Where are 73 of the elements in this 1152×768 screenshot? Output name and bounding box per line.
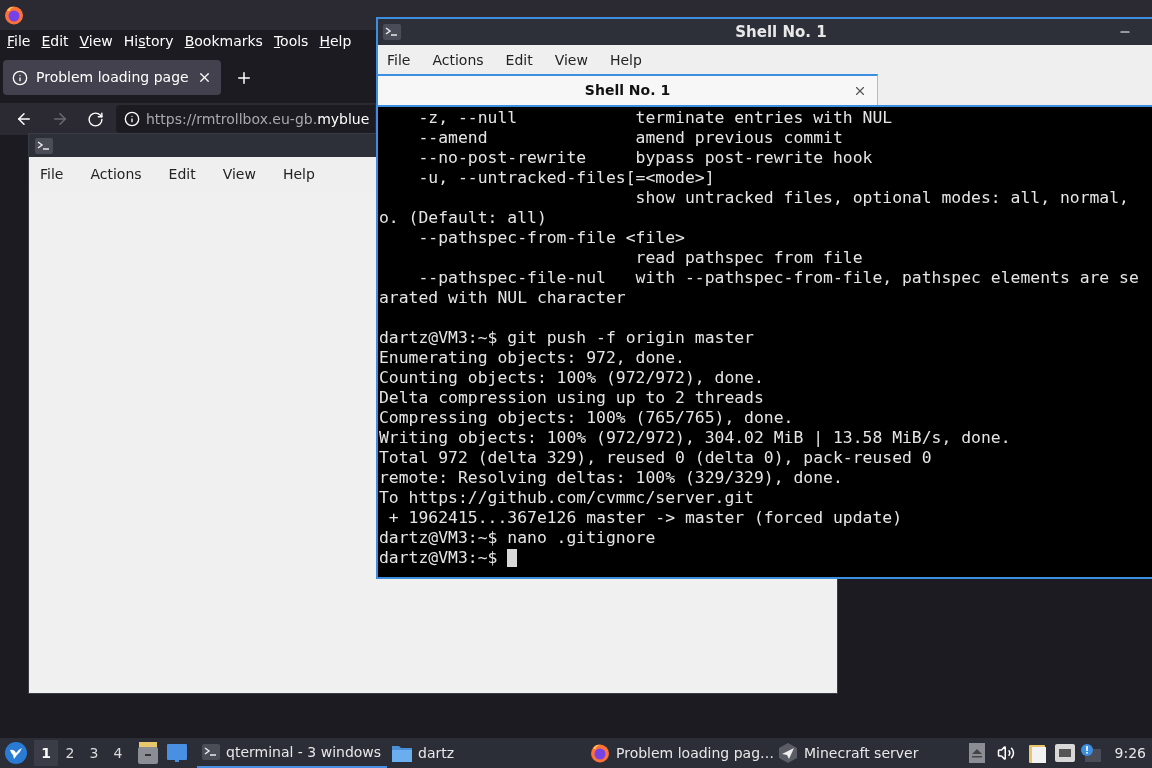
file-cabinet-icon[interactable] <box>138 742 158 764</box>
menu-item[interactable]: Edit <box>168 163 196 185</box>
terminal-line: read pathspec from file <box>634 248 863 267</box>
terminal-line: --pathspec-from-file <file> <box>417 228 685 247</box>
clock[interactable]: 9:26 <box>1114 742 1146 764</box>
browser-logo-icon <box>4 5 24 25</box>
taskbar-task[interactable]: Minecraft server <box>773 738 923 768</box>
terminal-icon <box>383 24 401 40</box>
info-icon <box>124 111 140 127</box>
terminal-line: Writing objects: 100% (972/972), 304.02 MiB | 13.58 MiB/s, done. <box>379 428 1011 447</box>
terminal-line: --pathspec-file-nul with --pathspec-from-file, pathspec elements are se <box>417 268 1139 287</box>
terminal-line: Counting objects: 100% (972/972), done. <box>379 368 764 387</box>
terminal-icon <box>35 137 53 154</box>
eject-icon[interactable] <box>968 743 985 763</box>
menu-item[interactable]: File <box>7 30 31 52</box>
terminal-icon <box>202 744 220 760</box>
terminal-line: dartz@VM3:~$ nano .gitignore <box>379 528 656 547</box>
menu-item[interactable]: Help <box>319 30 352 52</box>
workspace-button[interactable]: 1 <box>34 740 58 766</box>
notification-icon[interactable] <box>1080 744 1101 762</box>
menu-item[interactable]: Help <box>609 49 642 71</box>
terminal-line: -z, --null terminate entries with NUL <box>417 108 893 127</box>
menu-item[interactable]: Actions <box>90 163 142 185</box>
menu-item[interactable]: Edit <box>41 30 69 52</box>
terminal-line: -u, --untracked-files[=<mode>] <box>417 168 715 187</box>
terminal-line: Compressing objects: 100% (765/765), done. <box>379 408 794 427</box>
terminal-line: To https://github.com/cvmmc/server.git <box>379 488 754 507</box>
reload-icon[interactable] <box>87 110 104 128</box>
terminal-line: remote: Resolving deltas: 100% (329/329), done. <box>379 468 843 487</box>
terminal-line: --no-post-rewrite bypass post-rewrite hook <box>417 148 873 167</box>
menu-item[interactable]: View <box>222 163 256 185</box>
taskbar-task[interactable]: qterminal - 3 windows <box>197 738 387 768</box>
back-icon[interactable] <box>15 110 33 128</box>
terminal-line: o. (Default: all) <box>379 208 547 227</box>
menu-item[interactable]: View <box>554 49 588 71</box>
terminal-line: show untracked files, optional modes: all, normal, <box>634 188 1129 207</box>
close-icon[interactable] <box>197 70 212 85</box>
terminal-line: + 1962415...367e126 master -> master (forced update) <box>387 508 902 527</box>
start-menu-icon[interactable] <box>4 741 28 765</box>
terminal-tab[interactable]: Shell No. 1 <box>378 74 878 105</box>
terminal-line: Total 972 (delta 329), reused 0 (delta 0), pack-reused 0 <box>379 448 932 467</box>
menu-item[interactable]: Bookmarks <box>184 30 263 52</box>
terminal-line: Delta compression using up to 2 threads <box>379 388 764 407</box>
menu-item[interactable]: View <box>79 30 113 52</box>
browser-tab[interactable]: Problem loading page <box>3 60 221 95</box>
menu-item[interactable]: Help <box>282 163 315 185</box>
menu-item[interactable]: Tools <box>273 30 309 52</box>
menu-item[interactable]: Actions <box>432 49 484 71</box>
menu-item[interactable]: File <box>40 163 64 185</box>
taskbar-task[interactable]: Problem loading pag… <box>585 738 773 768</box>
browser-logo-icon <box>590 743 610 763</box>
menu-item[interactable]: File <box>387 49 411 71</box>
window-title: Shell No. 1 <box>735 21 827 43</box>
terminal-line: Enumerating objects: 972, done. <box>379 348 685 367</box>
terminal-line: dartz@VM3:~$ <box>379 548 498 568</box>
terminal-line: --amend amend previous commit <box>417 128 843 147</box>
workspace-button[interactable]: 2 <box>58 740 82 766</box>
terminal-line: arated with NUL character <box>379 288 626 307</box>
menu-item[interactable]: History <box>123 30 174 52</box>
workspace-button[interactable]: 4 <box>106 740 130 766</box>
folder-icon <box>392 744 412 762</box>
url-field[interactable]: https://rmtrollbox.eu-gb.myblue <box>116 105 375 133</box>
network-icon[interactable] <box>1054 744 1075 762</box>
workspace-button[interactable]: 3 <box>82 740 106 766</box>
clipboard-icon[interactable] <box>1028 743 1047 763</box>
close-icon[interactable] <box>853 84 867 98</box>
terminal-line: dartz@VM3:~$ git push -f origin master <box>379 328 754 347</box>
paper-plane-icon <box>778 743 798 763</box>
desktop-icon[interactable] <box>167 744 187 762</box>
volume-icon[interactable] <box>996 744 1015 762</box>
info-icon <box>12 69 28 86</box>
taskbar-task[interactable]: dartz <box>387 738 585 768</box>
menu-item[interactable]: Edit <box>505 49 533 71</box>
